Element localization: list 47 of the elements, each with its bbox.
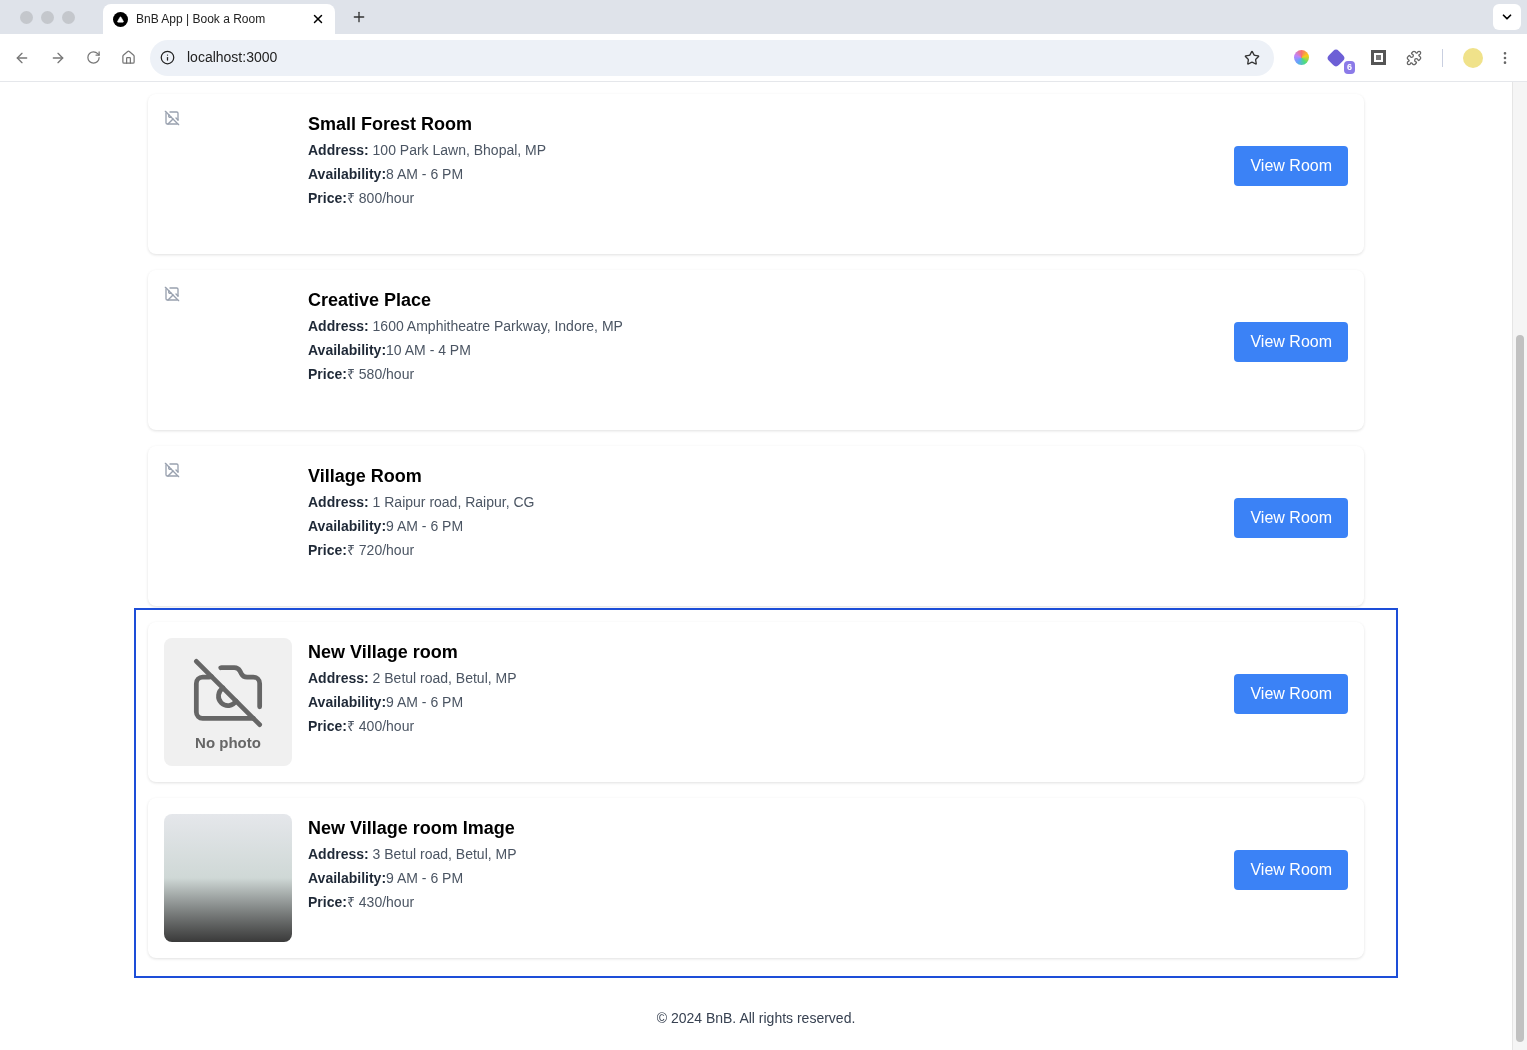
room-price: Price:₹ 580/hour [308, 365, 416, 384]
room-availability: Availability:9 AM - 6 PM [308, 693, 465, 712]
address-bar[interactable]: localhost:3000 [150, 39, 1274, 76]
browser-tab[interactable]: BnB App | Book a Room [103, 4, 335, 34]
reload-icon[interactable] [86, 50, 101, 65]
broken-image-icon [164, 286, 180, 302]
square-frame-icon[interactable] [1371, 50, 1386, 65]
view-room-button[interactable]: View Room [1234, 322, 1348, 362]
close-icon[interactable] [311, 12, 325, 26]
room-title: Creative Place [308, 289, 433, 312]
info-icon[interactable] [160, 50, 175, 65]
room-address: Address: 1600 Amphitheatre Parkway, Indore, MP [308, 317, 624, 336]
tab-title: BnB App | Book a Room [136, 11, 267, 28]
room-availability: Availability:9 AM - 6 PM [308, 869, 465, 888]
site-logo-icon [113, 11, 128, 27]
view-room-button[interactable]: View Room [1234, 674, 1348, 714]
room-price: Price:₹ 400/hour [308, 717, 416, 736]
room-address: Address: 1 Raipur road, Raipur, CG [308, 493, 536, 512]
new-tab-icon[interactable] [351, 9, 367, 25]
room-title: Village Room [308, 465, 423, 488]
room-availability: Availability:9 AM - 6 PM [308, 517, 465, 536]
broken-image-icon [164, 110, 180, 126]
room-title: Small Forest Room [308, 113, 474, 136]
home-icon[interactable] [121, 50, 136, 65]
room-address: Address: 2 Betul road, Betul, MP [308, 669, 518, 688]
puzzle-icon[interactable] [1406, 49, 1422, 66]
room-price: Price:₹ 720/hour [308, 541, 416, 560]
footer-copyright: © 2024 BnB. All rights reserved. [656, 1009, 856, 1028]
extension-badge: 6 [1344, 60, 1355, 74]
room-address: Address: 100 Park Lawn, Bhopal, MP [308, 141, 548, 160]
view-room-button[interactable]: View Room [1234, 146, 1348, 186]
room-address: Address: 3 Betul road, Betul, MP [308, 845, 518, 864]
room-availability: Availability:8 AM - 6 PM [308, 165, 465, 184]
room-title: New Village room [308, 641, 459, 664]
view-room-button[interactable]: View Room [1234, 850, 1348, 890]
no-photo-label: No photo [195, 734, 261, 750]
tab-list-button[interactable] [1493, 4, 1521, 30]
scrollbar[interactable] [1512, 82, 1527, 1050]
url-text: localhost:3000 [187, 48, 279, 67]
bookmark-star-icon[interactable] [1244, 49, 1260, 66]
room-price: Price:₹ 430/hour [308, 893, 416, 912]
broken-image-icon [164, 462, 180, 478]
room-availability: Availability:10 AM - 4 PM [308, 341, 472, 360]
color-wheel-icon[interactable] [1294, 50, 1309, 65]
view-room-button[interactable]: View Room [1234, 498, 1348, 538]
room-title: New Village room Image [308, 817, 516, 840]
room-price: Price:₹ 800/hour [308, 189, 416, 208]
